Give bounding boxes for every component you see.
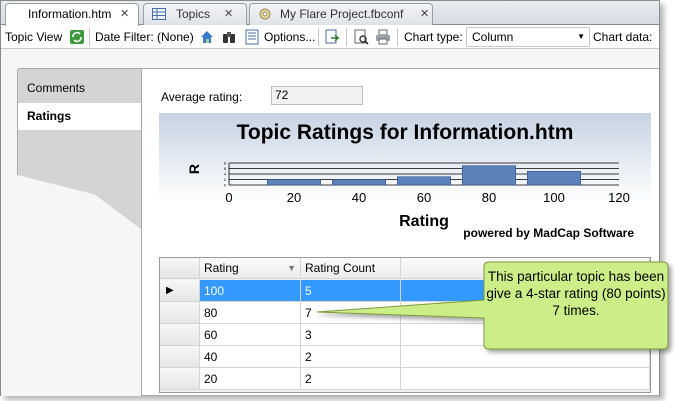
sort-descending-icon: ▼ [287,263,296,273]
toolbar-separator [318,28,319,46]
average-rating-value: 72 [275,88,289,102]
content-area: Comments Ratings Average rating: 72 Topi… [1,50,659,396]
ratings-chart: Topic Ratings for Information.htm R 0246… [159,113,651,248]
column-header-rating[interactable]: Rating ▼ [200,258,301,279]
dropdown-arrow-icon: ▼ [577,32,585,41]
y-tick-label: 8 [224,161,227,166]
average-rating-field: 72 [271,86,363,105]
tab-ratings[interactable]: Ratings [18,103,142,130]
options-button[interactable]: Options... [264,29,315,45]
average-rating-label: Average rating: [161,90,243,104]
rating-cell[interactable]: 80 [200,302,301,324]
rating-cell[interactable]: 40 [200,346,301,368]
column-header-rating-count[interactable]: Rating Count [301,258,401,279]
toolbar: Topic View Date Filter: (None) Options..… [1,25,659,49]
bar-rating-40 [332,179,386,186]
tab-label: My Flare Project.fbconf [280,7,404,21]
row-header[interactable] [160,324,200,346]
tab-label: Information.htm [28,7,112,21]
row-header-corner [160,258,200,279]
chart-data-label: Chart data: [593,30,653,44]
empty-cell [401,302,650,324]
tab-information-htm[interactable]: Information.htm ✕ [5,3,139,26]
rating-cell[interactable]: 20 [200,368,301,390]
vertical-tab-list: Comments Ratings [17,68,142,230]
grid-header-row: Rating ▼ Rating Count [160,258,650,280]
house-refresh-icon[interactable] [199,29,215,45]
chart-type-label: Chart type: [404,30,463,44]
table-row[interactable]: 20 2 [160,368,650,390]
y-tick-label: 0 [224,183,227,188]
chart-title: Topic Ratings for Information.htm [237,121,574,144]
document-tab-strip: Information.htm ✕ Topics ✕ My Flare Proj… [1,1,659,26]
row-header[interactable] [160,368,200,390]
chart-type-value: Column [472,30,514,44]
y-tick-label: 4 [224,172,227,177]
close-icon[interactable]: ✕ [120,4,129,24]
x-tick-label: 40 [352,190,366,205]
bar-rating-100 [527,170,581,186]
x-tick-label: 20 [287,190,301,205]
close-icon[interactable]: ✕ [224,4,233,24]
column-header-label: Rating [204,261,239,275]
x-axis-label: Rating [399,213,449,230]
empty-cell [401,324,650,346]
current-row-indicator-icon: ▶ [166,285,174,296]
y-tick-label: 6 [224,166,227,171]
chart-type-select[interactable]: Column ▼ [466,27,590,47]
binoculars-icon[interactable] [221,29,237,45]
toolbar-separator [89,28,90,46]
topic-view-label: Topic View [5,30,63,44]
rating-cell[interactable]: 60 [200,324,301,346]
rating-count-cell[interactable]: 2 [301,346,401,368]
empty-cell [401,346,650,368]
options-list-icon [245,29,259,45]
x-tick-label: 0 [225,190,232,205]
close-icon[interactable]: ✕ [420,4,429,24]
x-tick-label: 80 [482,190,496,205]
column-header-label: Rating Count [305,261,376,275]
print-icon[interactable] [375,29,391,45]
ratings-grid: Rating ▼ Rating Count ▶ 100 5 80 7 60 3 … [159,257,651,393]
x-tick-label: 100 [543,190,565,205]
project-gear-icon [259,8,271,20]
rating-cell[interactable]: 100 [200,280,301,302]
date-filter-button[interactable]: Date Filter: (None) [95,29,194,45]
rating-count-cell[interactable]: 2 [301,368,401,390]
window-frame: Information.htm ✕ Topics ✕ My Flare Proj… [0,0,660,396]
table-row[interactable]: ▶ 100 5 [160,280,650,302]
row-header[interactable] [160,346,200,368]
toolbar-separator [346,28,347,46]
y-axis-label: R [186,164,202,174]
row-header[interactable]: ▶ [160,280,200,302]
print-preview-icon[interactable] [353,29,369,45]
row-header[interactable] [160,302,200,324]
toolbar-separator [397,28,398,46]
tab-flare-project[interactable]: My Flare Project.fbconf ✕ [249,3,433,25]
bar-rating-60 [397,176,451,186]
y-tick-label: 2 [224,177,227,182]
rating-count-cell[interactable]: 5 [301,280,401,302]
powered-by-text: powered by MadCap Software [463,226,634,240]
refresh-icon[interactable] [69,29,85,45]
tab-topics[interactable]: Topics ✕ [143,3,247,25]
empty-cell [401,368,650,390]
table-row[interactable]: 40 2 [160,346,650,368]
tab-label: Topics [176,7,211,21]
x-tick-label: 60 [417,190,431,205]
table-row[interactable]: 60 3 [160,324,650,346]
x-tick-label: 120 [608,190,630,205]
rating-count-cell[interactable]: 3 [301,324,401,346]
rating-count-cell[interactable]: 7 [301,302,401,324]
empty-cell [401,280,650,302]
table-icon [152,8,166,20]
bar-rating-20 [267,179,321,186]
column-header-empty [401,258,650,279]
table-row[interactable]: 80 7 [160,302,650,324]
bar-rating-80 [462,165,516,186]
export-icon[interactable] [324,29,340,45]
ratings-panel: Average rating: 72 Topic Ratings for Inf… [141,68,659,396]
tab-comments[interactable]: Comments [18,68,142,100]
